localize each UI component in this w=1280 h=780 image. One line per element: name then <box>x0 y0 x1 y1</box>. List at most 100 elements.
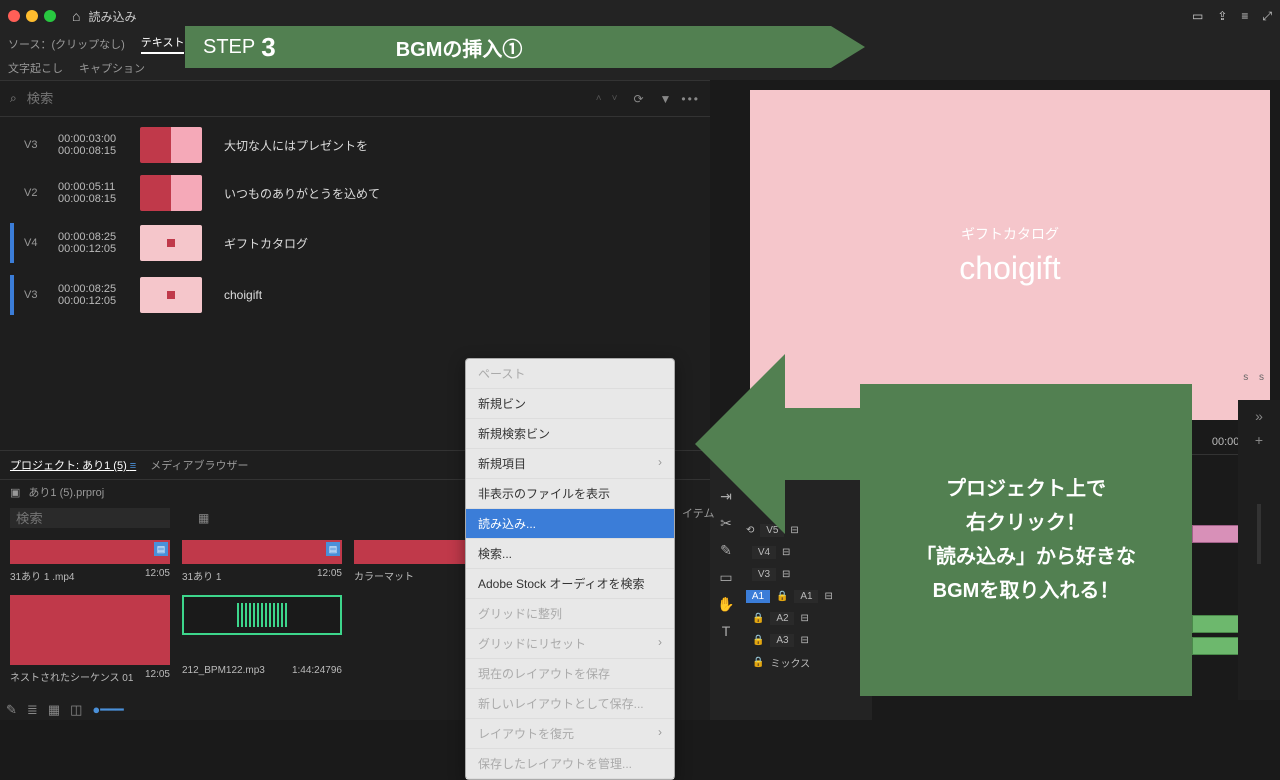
timecode-out: 00:00:12:05 <box>58 295 130 307</box>
toggle-icon[interactable]: ⊟ <box>800 613 808 624</box>
track-label: V3 <box>24 289 48 301</box>
refresh-icon[interactable]: ⟳ <box>633 92 643 106</box>
tab-project[interactable]: プロジェクト: あり1 (5) ≡ <box>10 457 136 473</box>
search-icon[interactable]: ⌕ <box>10 91 17 106</box>
preview-subtitle: ギフトカタログ <box>961 224 1059 244</box>
track-label: V4 <box>24 237 48 249</box>
toggle-icon[interactable]: ⊟ <box>790 525 798 536</box>
text-item[interactable]: V2 00:00:05:1100:00:08:15 いつものありがとうを込めて <box>0 169 710 217</box>
chevron-down-icon[interactable]: ˅ <box>612 93 618 104</box>
razor-tool[interactable]: ✂ <box>720 515 732 532</box>
hand-tool[interactable]: ✋ <box>717 596 734 613</box>
chevron-up-icon[interactable]: ˄ <box>596 93 602 104</box>
item-name: カラーマット <box>354 568 414 583</box>
context-menu-item[interactable]: 新規検索ビン <box>466 419 674 449</box>
title-text: 読み込み <box>88 8 136 25</box>
context-menu-item[interactable]: 新規項目 <box>466 449 674 479</box>
step-number: 3 <box>261 32 275 63</box>
toggle-icon[interactable]: ⊟ <box>782 569 790 580</box>
lock-icon[interactable]: 🔒 <box>752 635 764 646</box>
close-window[interactable] <box>8 10 20 22</box>
right-tool-panel: » + <box>1238 400 1280 700</box>
toggle-icon[interactable]: ⊟ <box>782 547 790 558</box>
lock-icon[interactable]: 🔒 <box>752 613 764 624</box>
caption-text: ギフトカタログ <box>224 235 308 252</box>
toggle-icon[interactable]: ⊟ <box>800 635 808 646</box>
ripple-tool[interactable]: ⇥ <box>720 488 732 505</box>
home-icon[interactable]: ⌂ <box>72 8 80 24</box>
plus-icon[interactable]: + <box>1255 432 1263 448</box>
top-right-controls: ▭ ⇪ ≡ ⤢ <box>1192 9 1272 24</box>
filter-icon[interactable]: ▼ <box>660 92 672 106</box>
caption-text: 大切な人にはプレゼントを <box>224 137 368 154</box>
badge-icon: ▤ <box>326 542 340 556</box>
text-item[interactable]: V3 00:00:08:2500:00:12:05 choigift <box>0 269 710 321</box>
thumbnail <box>140 127 202 163</box>
grid-view-icon[interactable]: ▦ <box>48 702 60 718</box>
text-item[interactable]: V4 00:00:08:2500:00:12:05 ギフトカタログ <box>0 217 710 269</box>
item-name: 212_BPM122.mp3 <box>182 665 265 676</box>
maximize-window[interactable] <box>44 10 56 22</box>
pen-icon[interactable]: ✎ <box>6 702 17 718</box>
item-duration: 12:05 <box>145 568 170 583</box>
sync-icon[interactable]: ⟲ <box>746 525 754 536</box>
timecode-out: 00:00:08:15 <box>58 145 130 157</box>
instruction-callout: プロジェクト上で 右クリック！ 「読み込み」から好きな BGMを取り入れる！ <box>860 244 1192 696</box>
menu-icon[interactable]: ≡ <box>1241 9 1248 24</box>
more-icon[interactable]: ••• <box>681 92 700 106</box>
item-duration: 12:05 <box>317 568 342 583</box>
project-item[interactable]: ▤ 31あり 112:05 <box>182 540 342 583</box>
project-footer: ✎ ≣ ▦ ◫ ●━━━ <box>6 702 124 718</box>
timecode-out: 00:00:08:15 <box>58 193 130 205</box>
lock-icon[interactable]: 🔒 <box>752 657 764 668</box>
context-menu-item[interactable]: 新規ビン <box>466 389 674 419</box>
active-bar <box>10 223 14 263</box>
camera-icon[interactable]: ▦ <box>198 511 209 525</box>
context-menu-item[interactable]: 非表示のファイルを表示 <box>466 479 674 509</box>
track-label: V3 <box>24 139 48 151</box>
callout-line: 右クリック！ <box>966 506 1086 540</box>
project-search[interactable] <box>10 508 170 528</box>
context-menu-item: 保存したレイアウトを管理... <box>466 749 674 779</box>
item-name: ネストされたシーケンス 01 <box>10 669 133 684</box>
context-menu-item: ペースト <box>466 359 674 389</box>
project-item[interactable]: 212_BPM122.mp31:44:24796 <box>182 595 342 684</box>
list-view-icon[interactable]: ≣ <box>27 702 38 718</box>
freeform-icon[interactable]: ◫ <box>70 702 82 718</box>
context-menu-item[interactable]: 検索... <box>466 539 674 569</box>
caption-text: choigift <box>224 288 262 302</box>
context-menu-item[interactable]: Adobe Stock オーディオを検索 <box>466 569 674 599</box>
context-menu-item: 新しいレイアウトとして保存... <box>466 689 674 719</box>
item-name: 31あり 1 .mp4 <box>10 568 74 583</box>
thumbnail <box>140 175 202 211</box>
tab-caption[interactable]: キャプション <box>79 60 145 76</box>
timecode-in: 00:00:05:11 <box>58 181 130 193</box>
source-label: ソース：(クリップなし) <box>8 36 125 52</box>
thumbnail <box>140 277 202 313</box>
rect-tool[interactable]: ▭ <box>719 569 732 586</box>
lock-icon[interactable]: 🔒 <box>776 591 788 602</box>
context-menu: ペースト新規ビン新規検索ビン新規項目非表示のファイルを表示読み込み...検索..… <box>465 358 675 780</box>
tab-media-browser[interactable]: メディアブラウザー <box>150 457 248 473</box>
pen-tool[interactable]: ✎ <box>720 542 732 559</box>
fullscreen-icon[interactable]: ⤢ <box>1262 9 1272 24</box>
project-item[interactable]: ▤ 31あり 1 .mp412:05 <box>10 540 170 583</box>
active-bar <box>10 275 14 315</box>
tab-text[interactable]: テキスト <box>141 34 185 54</box>
toggle-icon[interactable]: ⊟ <box>824 591 832 602</box>
search-input[interactable] <box>27 91 586 106</box>
timecode-in: 00:00:08:25 <box>58 283 130 295</box>
workspace-icon[interactable]: ▭ <box>1192 9 1203 24</box>
tab-transcribe[interactable]: 文字起こし <box>8 60 63 76</box>
minimize-window[interactable] <box>26 10 38 22</box>
type-tool[interactable]: T <box>722 623 731 639</box>
share-icon[interactable]: ⇪ <box>1217 9 1227 24</box>
chevron-right-icon[interactable]: » <box>1255 408 1263 424</box>
caption-text: いつものありがとうを込めて <box>224 185 380 202</box>
callout-line: プロジェクト上で <box>946 472 1106 506</box>
text-item[interactable]: V3 00:00:03:0000:00:08:15 大切な人にはプレゼントを <box>0 121 710 169</box>
ss-label: s s <box>1243 372 1268 383</box>
context-menu-item[interactable]: 読み込み... <box>466 509 674 539</box>
project-item[interactable]: ネストされたシーケンス 0112:05 <box>10 595 170 684</box>
zoom-slider[interactable]: ●━━━ <box>92 702 123 718</box>
